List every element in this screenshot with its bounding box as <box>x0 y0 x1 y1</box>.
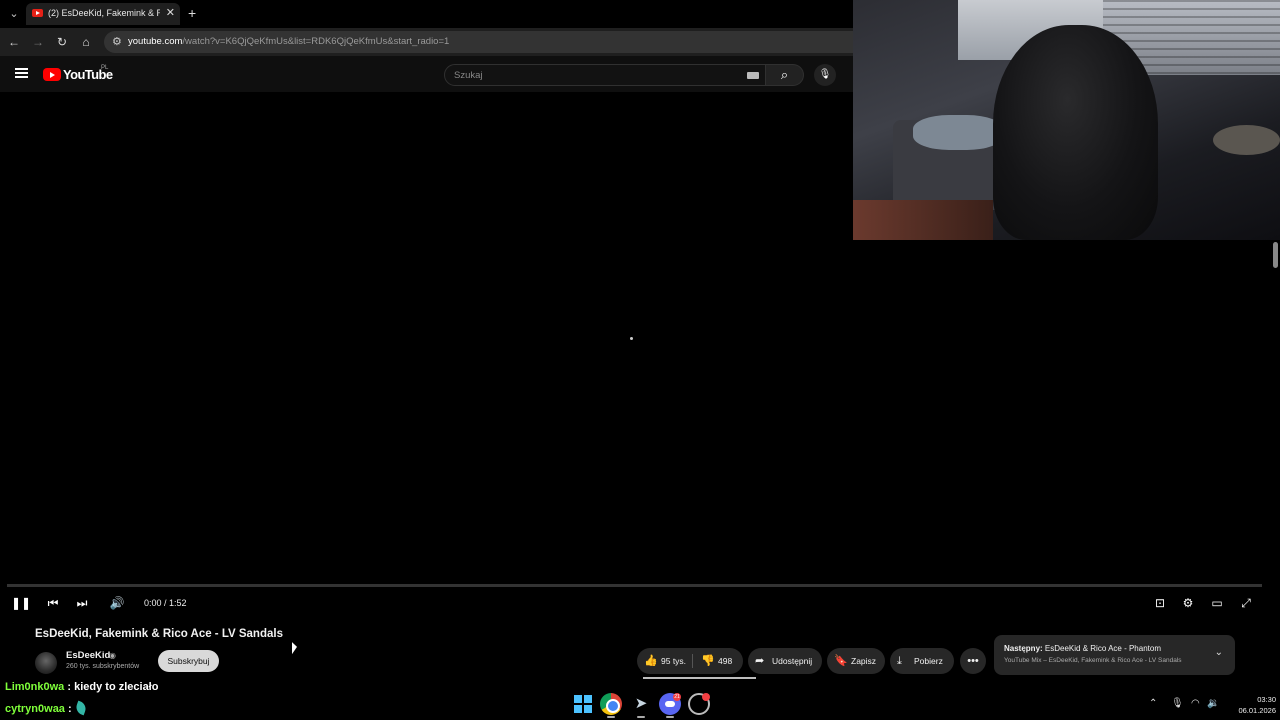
webcam-table <box>1213 125 1280 155</box>
youtube-favicon-icon <box>32 9 43 17</box>
screen: ⌄ (2) EsDeeKid, Fakemink & Rico Ace - LV… <box>0 0 1280 720</box>
dislike-count[interactable]: 498 <box>718 648 732 674</box>
menu-hamburger-icon[interactable] <box>15 68 28 78</box>
youtube-logo-icon[interactable] <box>43 68 61 81</box>
webcam-person <box>993 25 1158 240</box>
theater-mode-icon[interactable]: ▭ <box>1209 594 1225 612</box>
chrome-icon[interactable] <box>600 693 622 715</box>
subtitles-icon[interactable]: ⊡ <box>1152 594 1168 612</box>
webcam-floor <box>853 200 993 240</box>
search-box[interactable] <box>444 64 766 86</box>
notification-dot <box>702 693 710 701</box>
mix-title: YouTube Mix – EsDeeKid, Fakemink & Rico … <box>1004 657 1182 664</box>
previous-icon[interactable]: ⏮ <box>45 594 61 612</box>
download-button[interactable]: ⤓ Pobierz <box>890 648 954 674</box>
subscribe-button[interactable]: Subskrybuj <box>158 650 219 672</box>
youtube-masthead: YouTube PL ⌕ 🎙 <box>0 56 853 92</box>
loading-spinner <box>630 337 633 340</box>
country-code: PL <box>101 65 109 71</box>
system-clock[interactable]: 03:30 06.01.2026 <box>1224 694 1276 716</box>
scrollbar-thumb[interactable] <box>1273 242 1278 268</box>
bookmark-icon: 🔖 <box>834 655 848 667</box>
thumbs-up-icon[interactable]: 👍 <box>644 648 658 674</box>
tab-close-icon[interactable]: ✕ <box>166 6 175 19</box>
webcam-overlay <box>853 0 1280 240</box>
like-dislike-group: 👍 95 tys. 👎 498 <box>637 648 743 674</box>
speaker-icon[interactable]: 🔉 <box>1207 698 1219 709</box>
chevron-down-icon[interactable]: ⌄ <box>1215 647 1223 658</box>
url-text: youtube.com/watch?v=K6QjQeKfmUs&list=RDK… <box>128 36 450 47</box>
back-arrow-icon[interactable]: ← <box>6 34 22 50</box>
voice-search-mic-icon[interactable]: 🎙 <box>814 64 836 86</box>
thumbs-down-icon[interactable]: 👎 <box>701 648 715 674</box>
share-button[interactable]: ➦ Udostępnij <box>748 648 822 674</box>
volume-icon[interactable]: 🔊 <box>109 594 125 612</box>
subscriber-count: 260 tys. subskrybentów <box>66 663 140 670</box>
steam-icon[interactable]: ➤ <box>630 693 652 715</box>
time-display: 0:00 / 1:52 <box>144 598 187 608</box>
verified-check-icon: ◉ <box>109 651 116 660</box>
microphone-icon[interactable]: 🎙 <box>1171 698 1184 709</box>
page-scrollbar[interactable] <box>1270 240 1280 688</box>
forward-arrow-icon[interactable]: → <box>30 34 46 50</box>
site-info-icon[interactable]: ⚙ <box>112 35 122 48</box>
search-input[interactable] <box>454 68 734 82</box>
save-button[interactable]: 🔖 Zapisz <box>827 648 885 674</box>
like-ratio-bar <box>643 677 756 679</box>
download-icon: ⤓ <box>897 655 902 667</box>
wifi-icon[interactable]: ◠ <box>1191 698 1200 709</box>
next-icon[interactable]: ⏭ <box>74 594 90 612</box>
divider <box>692 654 693 668</box>
tab-title: (2) EsDeeKid, Fakemink & Rico Ace - LV S… <box>48 8 160 18</box>
video-title: EsDeeKid, Fakemink & Rico Ace - LV Sanda… <box>35 628 283 640</box>
home-icon[interactable]: ⌂ <box>78 34 94 50</box>
browser-tab[interactable]: (2) EsDeeKid, Fakemink & Rico Ace - LV S… <box>26 3 180 25</box>
browser-toolbar: ← → ↻ ⌂ ⚙ youtube.com/watch?v=K6QjQeKfmU… <box>0 28 853 56</box>
windows-start-icon[interactable] <box>572 693 594 715</box>
settings-gear-icon[interactable]: ⚙ <box>1180 594 1196 612</box>
share-arrow-icon: ➦ <box>755 655 765 667</box>
fullscreen-icon[interactable]: ⤢ <box>1238 594 1254 612</box>
progress-bar[interactable] <box>7 584 1262 587</box>
reload-icon[interactable]: ↻ <box>54 34 70 50</box>
address-bar[interactable]: ⚙ youtube.com/watch?v=K6QjQeKfmUs&list=R… <box>104 31 853 53</box>
search-icon: ⌕ <box>780 67 789 82</box>
like-count[interactable]: 95 tys. <box>661 648 686 674</box>
tab-search-chevron-icon[interactable]: ⌄ <box>6 6 22 22</box>
next-up-text: Następny: EsDeeKid & Rico Ace - Phantom <box>1004 644 1161 653</box>
discord-badge: 21 <box>673 693 681 701</box>
more-actions-icon[interactable]: ••• <box>960 648 986 674</box>
playlist-next-panel[interactable]: Następny: EsDeeKid & Rico Ace - Phantom … <box>994 635 1235 675</box>
channel-avatar[interactable] <box>35 652 57 674</box>
mouse-cursor-icon <box>292 642 297 656</box>
webcam-clothes <box>913 115 1003 150</box>
pause-icon[interactable]: ❚❚ <box>11 594 31 612</box>
tray-chevron-up-icon[interactable]: ⌃ <box>1149 698 1157 709</box>
search-button[interactable]: ⌕ <box>766 64 804 86</box>
keyboard-icon[interactable] <box>747 72 759 79</box>
new-tab-plus-icon[interactable]: + <box>188 5 196 21</box>
channel-name[interactable]: EsDeeKid <box>66 650 110 661</box>
